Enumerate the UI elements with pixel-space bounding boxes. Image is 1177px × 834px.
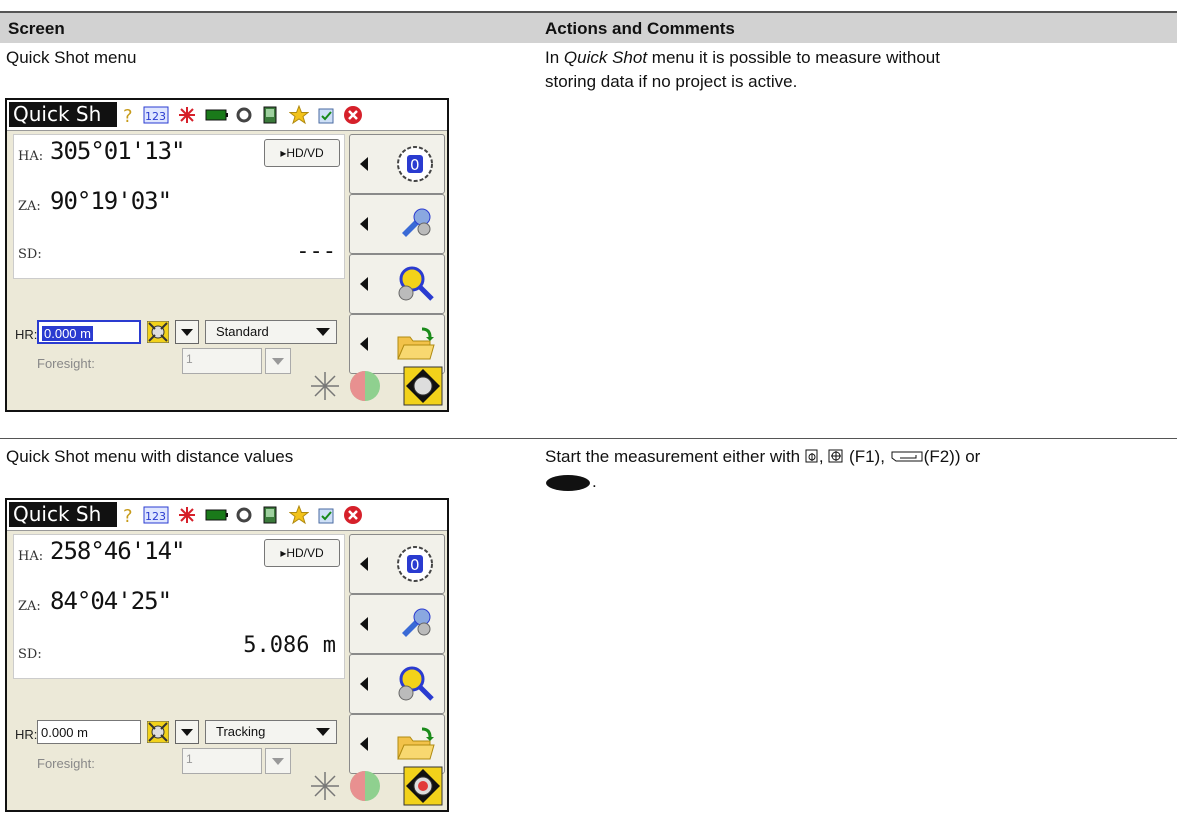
hr-label: HR: xyxy=(15,727,38,742)
wrench-icon xyxy=(402,208,431,237)
open-folder-button[interactable] xyxy=(349,314,445,374)
close-icon[interactable] xyxy=(343,105,363,125)
prism-icon[interactable] xyxy=(147,721,169,743)
tracking-light-icon[interactable] xyxy=(347,368,383,404)
search-icon xyxy=(398,666,434,701)
battery-icon[interactable] xyxy=(205,105,229,125)
svg-text:?: ? xyxy=(123,106,133,125)
foresight-input[interactable]: 1 xyxy=(182,748,262,774)
svg-text:0: 0 xyxy=(410,556,420,574)
clipboard-icon[interactable] xyxy=(317,505,335,525)
settings-icon[interactable] xyxy=(235,105,253,125)
device-icon[interactable] xyxy=(263,505,277,525)
za-value: 84°04'25" xyxy=(50,587,172,615)
wrench-icon xyxy=(402,608,431,637)
measure-key-icon xyxy=(805,449,818,463)
ha-value: 305°01'13" xyxy=(50,137,185,165)
tracking-light-icon[interactable] xyxy=(347,768,383,804)
sd-value: --- xyxy=(296,239,336,264)
title-bar: Quick Sh ? 123 xyxy=(7,500,447,531)
row2-comment: Start the measurement either with , (F1)… xyxy=(545,447,981,466)
star-icon[interactable] xyxy=(289,505,309,525)
foresight-label: Foresight: xyxy=(37,756,95,771)
clipboard-icon[interactable] xyxy=(317,105,335,125)
title-bar: Quick Sh ? 123 xyxy=(7,100,447,131)
tool-button[interactable] xyxy=(349,594,445,654)
measurement-panel: HA: 258°46'14" ▸HD/VD ZA: 84°04'25" SD: … xyxy=(13,534,345,679)
battery-icon[interactable] xyxy=(205,505,229,525)
za-label: ZA: xyxy=(18,599,41,614)
ha-value: 258°46'14" xyxy=(50,537,185,565)
target-icon[interactable] xyxy=(403,766,443,806)
ha-label: HA: xyxy=(18,549,44,564)
period-text: . xyxy=(592,472,597,491)
hr-label: HR: xyxy=(15,327,38,342)
column-header-screen: Screen xyxy=(8,19,65,38)
folder-icon xyxy=(397,327,435,360)
question-icon[interactable]: ? xyxy=(121,505,137,525)
row1-comment: In Quick Shot menu it is possible to mea… xyxy=(545,48,940,91)
measure-record-key-icon xyxy=(828,449,843,463)
svg-text:0: 0 xyxy=(410,156,420,174)
foresight-input[interactable]: 1 xyxy=(182,348,262,374)
table-header: Screen Actions and Comments xyxy=(0,11,1177,43)
enter-key-icon xyxy=(891,451,923,462)
svg-text:?: ? xyxy=(123,506,133,525)
prism-dropdown[interactable] xyxy=(175,320,199,344)
settings-icon[interactable] xyxy=(235,505,253,525)
laser-icon[interactable] xyxy=(177,105,197,125)
window-title: Quick Sh xyxy=(9,102,117,127)
laser-pointer-icon[interactable] xyxy=(307,368,343,404)
za-label: ZA: xyxy=(18,199,41,214)
window-title: Quick Sh xyxy=(9,502,117,527)
sd-value: 5.086 m xyxy=(243,633,336,658)
close-icon[interactable] xyxy=(343,505,363,525)
question-icon[interactable]: ? xyxy=(121,105,137,125)
sd-label: SD: xyxy=(18,647,42,662)
open-folder-button[interactable] xyxy=(349,714,445,774)
foresight-dropdown[interactable] xyxy=(265,748,291,774)
row2-caption: Quick Shot menu with distance values xyxy=(6,447,294,466)
laser-icon[interactable] xyxy=(177,505,197,525)
prism-dropdown[interactable] xyxy=(175,720,199,744)
target-icon[interactable] xyxy=(403,366,443,406)
hr-input[interactable]: 0.000 m xyxy=(37,320,141,344)
ha-label: HA: xyxy=(18,149,44,164)
laser-pointer-icon[interactable] xyxy=(307,768,343,804)
column-header-actions: Actions and Comments xyxy=(545,19,735,38)
hr-input[interactable]: 0.000 m xyxy=(37,720,141,744)
mode-select[interactable]: Tracking xyxy=(205,720,337,744)
svg-text:123: 123 xyxy=(145,110,166,123)
hd-vd-button[interactable]: ▸HD/VD xyxy=(264,539,340,567)
measure-icon: 0 xyxy=(397,546,433,582)
tool-button[interactable] xyxy=(349,194,445,254)
search-icon xyxy=(398,266,434,301)
search-button[interactable] xyxy=(349,254,445,314)
sd-label: SD: xyxy=(18,247,42,262)
device-screen-2: Quick Sh ? 123 HA: 258°46'14" ▸HD/VD ZA:… xyxy=(5,498,449,812)
123-icon[interactable]: 123 xyxy=(143,105,169,125)
measure-button[interactable]: 0 xyxy=(349,534,445,594)
za-value: 90°19'03" xyxy=(50,187,172,215)
folder-icon xyxy=(397,727,435,760)
foresight-dropdown[interactable] xyxy=(265,348,291,374)
prism-icon[interactable] xyxy=(147,321,169,343)
mode-select[interactable]: Standard xyxy=(205,320,337,344)
row1-caption: Quick Shot menu xyxy=(6,48,137,67)
hr-value: 0.000 m xyxy=(42,326,93,341)
device-screen-1: Quick Sh ? 123 HA: 305°01'13" ▸HD/VD ZA:… xyxy=(5,98,449,412)
svg-text:123: 123 xyxy=(145,510,166,523)
measure-button[interactable]: 0 xyxy=(349,134,445,194)
123-icon[interactable]: 123 xyxy=(143,505,169,525)
search-button[interactable] xyxy=(349,654,445,714)
measure-icon: 0 xyxy=(397,146,433,182)
device-icon[interactable] xyxy=(263,105,277,125)
foresight-label: Foresight: xyxy=(37,356,95,371)
trigger-key-icon xyxy=(546,475,590,491)
row-separator xyxy=(0,438,1177,439)
measurement-panel: HA: 305°01'13" ▸HD/VD ZA: 90°19'03" SD: … xyxy=(13,134,345,279)
hd-vd-button[interactable]: ▸HD/VD xyxy=(264,139,340,167)
star-icon[interactable] xyxy=(289,105,309,125)
